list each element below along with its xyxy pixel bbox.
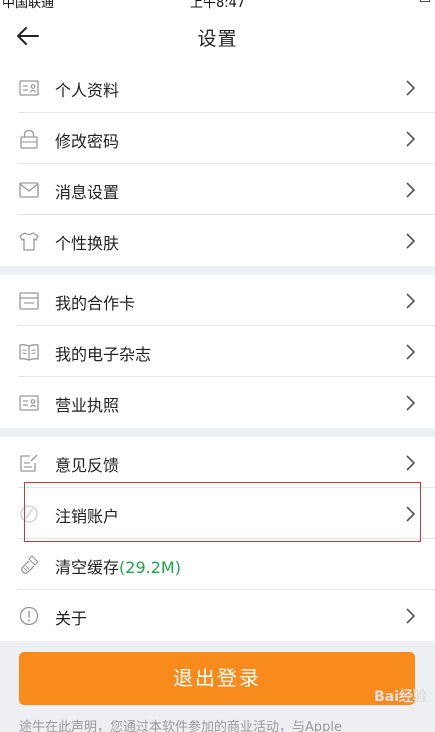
chevron-right-icon xyxy=(406,455,416,471)
carrier-text: 中国联通 xyxy=(2,0,55,10)
setting-row-business-license[interactable]: 营业执照 xyxy=(0,377,435,428)
chevron-right-icon xyxy=(406,131,416,147)
setting-row-partner-card[interactable]: 我的合作卡 xyxy=(0,275,435,326)
broom-icon xyxy=(21,555,39,574)
setting-label: 意见反馈 xyxy=(55,456,120,475)
page-title: 设置 xyxy=(197,28,238,50)
info-icon xyxy=(19,606,39,626)
setting-label: 修改密码 xyxy=(55,132,120,151)
setting-row-change-password[interactable]: 修改密码 xyxy=(0,113,435,164)
setting-label: 消息设置 xyxy=(55,183,120,202)
chevron-right-icon xyxy=(406,395,416,411)
cache-size: (29.2M) xyxy=(119,558,181,577)
chevron-right-icon xyxy=(406,344,416,360)
settings-group-other: 意见反馈 注销账户 清空缓存(29.2M) 关于 xyxy=(0,437,435,641)
nav-bar: 设置 xyxy=(0,10,435,63)
edit-icon xyxy=(20,454,38,472)
setting-row-clear-cache[interactable]: 清空缓存(29.2M) xyxy=(0,539,435,590)
setting-label: 清空缓存(29.2M) xyxy=(55,554,181,578)
shirt-icon xyxy=(19,232,39,251)
profile-card-icon xyxy=(19,80,39,96)
setting-row-deactivate-account[interactable]: 注销账户 xyxy=(0,488,435,539)
setting-label: 关于 xyxy=(55,609,88,628)
lock-icon xyxy=(20,129,38,149)
envelope-icon xyxy=(19,182,39,198)
logout-button[interactable]: 退出登录 xyxy=(19,652,415,705)
book-icon xyxy=(19,344,39,361)
setting-row-e-magazine[interactable]: 我的电子杂志 xyxy=(0,326,435,377)
chevron-right-icon xyxy=(406,80,416,96)
disclaimer-text: 途牛在此声明，您通过本软件参加的商业活动，与Apple xyxy=(19,720,343,732)
clear-cache-label: 清空缓存 xyxy=(55,558,120,577)
clock-text: 上午8:47 xyxy=(190,0,246,10)
chevron-right-icon xyxy=(406,506,416,522)
setting-label: 营业执照 xyxy=(55,396,120,415)
setting-label: 我的合作卡 xyxy=(55,294,136,313)
chevron-right-icon xyxy=(406,608,416,624)
setting-label: 个人资料 xyxy=(55,81,120,100)
battery-icon: ▭ xyxy=(419,0,431,7)
setting-row-feedback[interactable]: 意见反馈 xyxy=(0,437,435,488)
chevron-right-icon xyxy=(406,233,416,249)
setting-label: 注销账户 xyxy=(55,507,120,526)
settings-group-business: 我的合作卡 我的电子杂志 营业执照 xyxy=(0,275,435,428)
setting-row-theme[interactable]: 个性换肤 xyxy=(0,215,435,266)
setting-row-profile[interactable]: 个人资料 xyxy=(0,62,435,113)
setting-row-message-settings[interactable]: 消息设置 xyxy=(0,164,435,215)
setting-label: 个性换肤 xyxy=(55,234,120,253)
setting-label: 我的电子杂志 xyxy=(55,345,152,364)
settings-group-account: 个人资料 修改密码 消息设置 个性换肤 xyxy=(0,62,435,266)
chevron-right-icon xyxy=(406,293,416,309)
setting-row-about[interactable]: 关于 xyxy=(0,590,435,641)
watermark-text: Bai经验 xyxy=(374,689,427,705)
license-icon xyxy=(19,395,39,411)
watermark: Bai经验 xyxy=(374,686,427,706)
settings-screen: 中国联通 上午8:47 ▭ 设置 个人资料 xyxy=(0,0,435,732)
chevron-right-icon xyxy=(406,182,416,198)
status-bar: 中国联通 上午8:47 ▭ xyxy=(0,0,435,10)
cancel-icon xyxy=(20,505,38,523)
card-icon xyxy=(19,292,39,310)
